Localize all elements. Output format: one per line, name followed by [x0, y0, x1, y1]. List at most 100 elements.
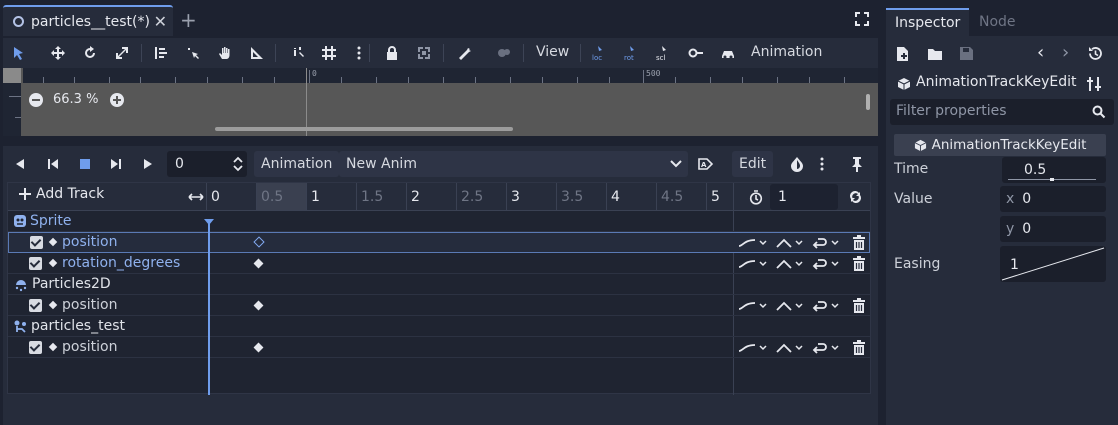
vertical-scrollbar[interactable] [866, 94, 870, 110]
add-tab-icon[interactable]: + [180, 8, 197, 32]
animation-menu[interactable]: Animation [751, 44, 822, 60]
onion-skin-options-icon[interactable] [818, 156, 826, 172]
stop-icon[interactable] [78, 157, 92, 171]
autoplay-icon[interactable]: A [698, 157, 714, 171]
pivot-tool-icon[interactable] [185, 45, 201, 61]
track-enable-checkbox[interactable] [29, 257, 42, 270]
insert-key-icon[interactable] [688, 45, 704, 61]
loop-wrap-button[interactable] [812, 342, 839, 354]
view-menu[interactable]: View [536, 44, 569, 60]
scene-tab[interactable]: particles__test(*) ✕ [3, 5, 173, 36]
animation-name: New Anim [346, 156, 417, 172]
delete-track-icon[interactable] [852, 340, 866, 355]
distraction-free-icon[interactable] [855, 12, 869, 26]
prop-time-field[interactable]: 0.5 [1002, 157, 1106, 183]
history-back-icon[interactable]: ‹ [1037, 42, 1044, 63]
history-forward-icon[interactable]: › [1062, 42, 1069, 63]
bone-icon[interactable] [456, 45, 472, 61]
add-track-button[interactable]: Add Track [18, 186, 104, 202]
zoom-out-icon[interactable] [29, 92, 43, 107]
key-rotation-icon[interactable]: rot [624, 45, 640, 61]
edit-menu-button[interactable]: Edit [732, 151, 774, 177]
keyframe[interactable] [253, 258, 264, 269]
inspector-section-header[interactable]: AnimationTrackKeyEdit [894, 134, 1106, 156]
update-mode-button[interactable] [776, 258, 803, 270]
ruler-tool-icon[interactable] [249, 45, 265, 61]
interpolation-mode-button[interactable] [738, 300, 767, 312]
grid-snap-icon[interactable] [321, 45, 337, 61]
track-enable-checkbox[interactable] [29, 341, 42, 354]
loop-wrap-button[interactable] [812, 237, 839, 249]
spin-arrows-icon[interactable] [233, 156, 243, 172]
track-group-particles2d[interactable]: Particles2D [8, 274, 870, 295]
delete-track-icon[interactable] [852, 235, 866, 250]
play-backwards-icon[interactable] [13, 157, 27, 171]
track-editor[interactable]: Add Track 0 0.5 1 1.5 2 2.5 3 3.5 4 4.5 … [7, 182, 871, 395]
lock-icon[interactable] [384, 45, 400, 61]
open-folder-icon[interactable] [927, 47, 943, 61]
loop-wrap-button[interactable] [812, 258, 839, 270]
update-mode-button[interactable] [776, 300, 803, 312]
track-group-particles-test[interactable]: particles_test [8, 316, 870, 337]
snap-options-icon[interactable] [351, 45, 367, 61]
save-icon[interactable] [959, 46, 974, 61]
time-spinbox[interactable]: 0 [167, 151, 247, 177]
zoom-level[interactable]: 66.3 % [53, 92, 98, 107]
animation-menu-label: Animation [261, 156, 333, 172]
history-icon[interactable] [1088, 46, 1103, 61]
object-properties-icon[interactable] [1086, 76, 1102, 92]
update-mode-button[interactable] [776, 237, 803, 249]
chevron-down-icon [831, 240, 839, 246]
select-tool-icon[interactable] [11, 45, 27, 61]
tab-node[interactable]: Node [970, 8, 1025, 36]
length-field[interactable]: 1 [770, 184, 838, 210]
animation-select[interactable]: New Anim [339, 151, 688, 177]
auto-key-icon[interactable] [720, 45, 736, 61]
key-location-icon[interactable]: loc [592, 45, 608, 61]
prop-value-y-field[interactable]: y 0 [1000, 216, 1106, 242]
animation-menu-button[interactable]: Animation [254, 151, 340, 177]
close-tab-icon[interactable]: ✕ [154, 12, 167, 31]
playhead[interactable] [208, 223, 210, 395]
group-icon[interactable] [416, 45, 432, 61]
play-backwards-from-end-icon[interactable] [46, 157, 60, 171]
play-from-start-icon[interactable] [109, 157, 123, 171]
pin-icon[interactable] [850, 156, 864, 172]
interpolation-mode-button[interactable] [738, 342, 767, 354]
new-resource-icon[interactable] [896, 46, 910, 62]
canvas-viewport[interactable]: 0 500 66.3 % [3, 68, 878, 136]
move-tool-icon[interactable] [50, 45, 66, 61]
tab-inspector[interactable]: Inspector [886, 8, 970, 36]
prop-easing-curve[interactable]: 1 [1000, 246, 1106, 282]
zoom-timeline-icon[interactable] [188, 191, 204, 203]
list-select-icon[interactable] [153, 45, 169, 61]
track-enable-checkbox[interactable] [30, 236, 43, 249]
track-row-controls [734, 339, 870, 360]
delete-track-icon[interactable] [852, 298, 866, 313]
onion-skin-icon[interactable] [789, 156, 805, 172]
track-enable-checkbox[interactable] [29, 299, 42, 312]
prop-value-x-field[interactable]: x 0 [1000, 186, 1106, 212]
loop-wrap-button[interactable] [812, 300, 839, 312]
scale-tool-icon[interactable] [114, 45, 130, 61]
snap-icon[interactable] [290, 45, 306, 61]
key-scale-icon[interactable]: scl [656, 45, 672, 61]
interpolation-mode-button[interactable] [738, 237, 767, 249]
keyframe[interactable] [253, 342, 264, 353]
loop-wrap-icon [812, 238, 827, 249]
svg-text:A: A [701, 161, 707, 169]
horizontal-scrollbar[interactable] [215, 127, 513, 131]
track-group-sprite[interactable]: Sprite [8, 211, 870, 232]
delete-track-icon[interactable] [852, 256, 866, 271]
play-icon[interactable] [141, 157, 155, 171]
loop-icon[interactable] [848, 190, 863, 204]
filter-properties-input[interactable]: Filter properties [890, 99, 1114, 125]
keyframe[interactable] [253, 300, 264, 311]
object-name: AnimationTrackKeyEdit [916, 74, 1077, 90]
update-mode-button[interactable] [776, 342, 803, 354]
pan-tool-icon[interactable] [217, 45, 233, 61]
rotate-tool-icon[interactable] [82, 45, 98, 61]
interpolation-mode-button[interactable] [738, 258, 767, 270]
keyframe-selected[interactable] [253, 236, 265, 248]
zoom-in-icon[interactable] [110, 92, 125, 107]
